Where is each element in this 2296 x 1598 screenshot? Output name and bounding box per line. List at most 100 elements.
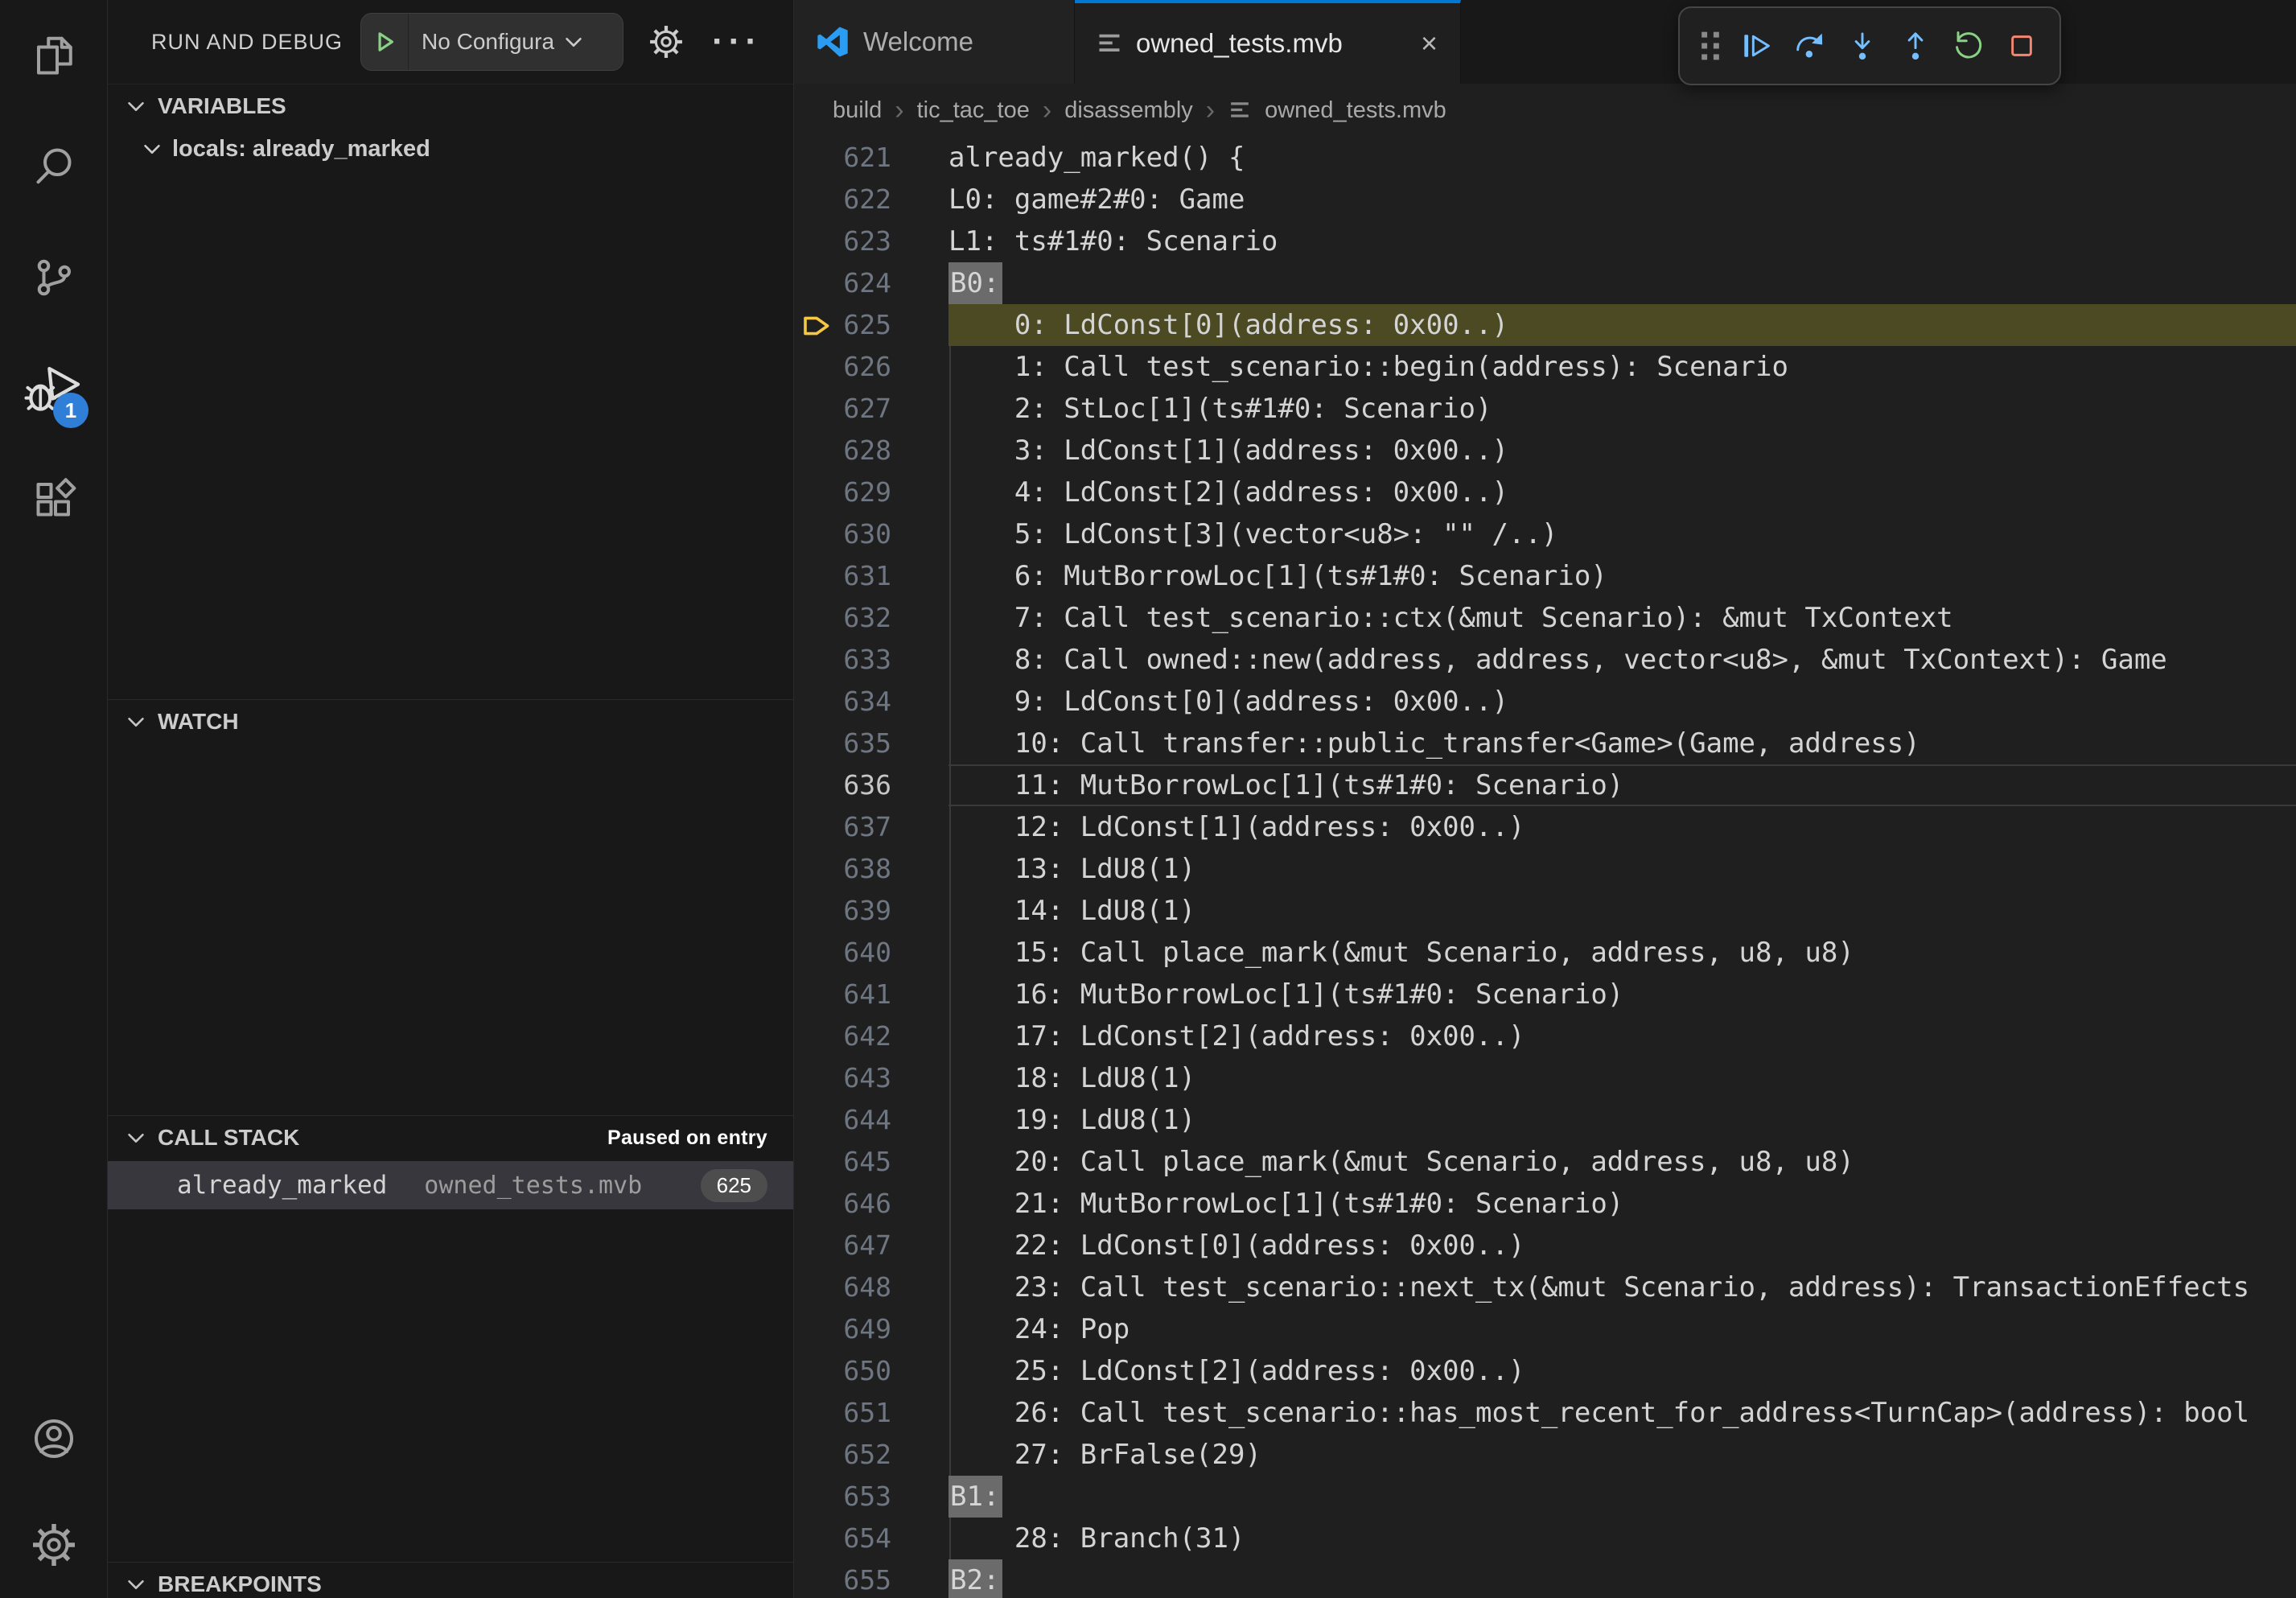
code-text[interactable]: 21: MutBorrowLoc[1](ts#1#0: Scenario) — [948, 1183, 2296, 1225]
step-into-button[interactable] — [1839, 18, 1886, 74]
code-text[interactable]: 22: LdConst[0](address: 0x00..) — [948, 1225, 2296, 1266]
code-text[interactable]: 0: LdConst[0](address: 0x00..) — [948, 304, 2296, 346]
activity-extensions-icon[interactable] — [0, 444, 107, 555]
step-out-button[interactable] — [1892, 18, 1939, 74]
code-text[interactable]: 12: LdConst[1](address: 0x00..) — [948, 806, 2296, 848]
breakpoint-gutter[interactable] — [794, 1476, 838, 1518]
breakpoint-gutter[interactable] — [794, 1350, 838, 1392]
settings-gear-icon[interactable] — [0, 1492, 107, 1598]
breakpoint-gutter[interactable] — [794, 555, 838, 597]
stop-button[interactable] — [1998, 18, 2045, 74]
code-text[interactable]: 17: LdConst[2](address: 0x00..) — [948, 1015, 2296, 1057]
activity-source-control-icon[interactable] — [0, 222, 107, 333]
code-text[interactable]: 5: LdConst[3](vector<u8>: "" /..) — [948, 513, 2296, 555]
code-text[interactable]: 3: LdConst[1](address: 0x00..) — [948, 430, 2296, 472]
activity-explorer-icon[interactable] — [0, 0, 107, 111]
account-icon[interactable] — [0, 1386, 107, 1492]
code-text[interactable]: 20: Call place_mark(&mut Scenario, addre… — [948, 1141, 2296, 1183]
variables-header[interactable]: VARIABLES — [108, 84, 793, 128]
breakpoint-gutter[interactable] — [794, 262, 838, 304]
breakpoint-gutter[interactable] — [794, 472, 838, 513]
code-text[interactable]: 4: LdConst[2](address: 0x00..) — [948, 472, 2296, 513]
debug-settings-gear-icon[interactable] — [648, 23, 685, 60]
code-text[interactable]: 26: Call test_scenario::has_most_recent_… — [948, 1392, 2296, 1434]
code-text[interactable]: 9: LdConst[0](address: 0x00..) — [948, 681, 2296, 723]
breakpoint-gutter[interactable] — [794, 806, 838, 848]
breakpoint-gutter[interactable] — [794, 890, 838, 932]
breadcrumb-item[interactable]: tic_tac_toe — [917, 97, 1030, 124]
code-text[interactable]: 10: Call transfer::public_transfer<Game>… — [948, 723, 2296, 764]
breakpoint-gutter[interactable] — [794, 1099, 838, 1141]
breakpoint-gutter[interactable] — [794, 597, 838, 639]
activity-run-and-debug-icon[interactable]: 1 — [0, 333, 107, 444]
breakpoint-gutter[interactable] — [794, 1308, 838, 1350]
code-text[interactable]: 24: Pop — [948, 1308, 2296, 1350]
breakpoint-gutter[interactable] — [794, 1225, 838, 1266]
code-text[interactable]: 11: MutBorrowLoc[1](ts#1#0: Scenario) — [948, 764, 2296, 806]
breakpoint-gutter[interactable] — [794, 513, 838, 555]
breakpoint-gutter[interactable] — [794, 1266, 838, 1308]
breakpoint-gutter[interactable] — [794, 1141, 838, 1183]
breakpoint-gutter[interactable] — [794, 346, 838, 388]
breakpoint-gutter[interactable] — [794, 1559, 838, 1598]
call-stack-header[interactable]: CALL STACK Paused on entry — [108, 1116, 793, 1159]
breadcrumb-item[interactable]: disassembly — [1064, 97, 1193, 124]
code-text[interactable]: 8: Call owned::new(address, address, vec… — [948, 639, 2296, 681]
activity-search-icon[interactable] — [0, 111, 107, 222]
breakpoint-gutter[interactable] — [794, 1434, 838, 1476]
breakpoint-gutter[interactable] — [794, 681, 838, 723]
code-text[interactable]: 14: LdU8(1) — [948, 890, 2296, 932]
code-text[interactable]: 19: LdU8(1) — [948, 1099, 2296, 1141]
breakpoint-gutter[interactable] — [794, 137, 838, 179]
breakpoint-gutter[interactable] — [794, 1183, 838, 1225]
watch-header[interactable]: WATCH — [108, 700, 793, 743]
tab-owned-tests[interactable]: owned_tests.mvb × — [1075, 0, 1461, 84]
code-text[interactable]: 7: Call test_scenario::ctx(&mut Scenario… — [948, 597, 2296, 639]
breakpoint-gutter[interactable] — [794, 430, 838, 472]
code-text[interactable]: 6: MutBorrowLoc[1](ts#1#0: Scenario) — [948, 555, 2296, 597]
code-text[interactable]: 18: LdU8(1) — [948, 1057, 2296, 1099]
breadcrumb-item[interactable]: owned_tests.mvb — [1265, 97, 1446, 124]
debug-configuration-dropdown[interactable]: No Configura — [360, 13, 623, 71]
code-text[interactable]: 28: Branch(31) — [948, 1518, 2296, 1559]
breadcrumb-item[interactable]: build — [833, 97, 882, 124]
code-text[interactable]: B2: — [948, 1559, 2296, 1598]
restart-button[interactable] — [1945, 18, 1992, 74]
breakpoint-gutter[interactable] — [794, 388, 838, 430]
drag-handle-icon[interactable] — [1694, 18, 1726, 74]
more-actions-icon[interactable]: ··· — [712, 34, 762, 50]
breakpoint-gutter[interactable] — [794, 1518, 838, 1559]
code-text[interactable]: B1: — [948, 1476, 2296, 1518]
breakpoint-gutter[interactable] — [794, 848, 838, 890]
breakpoint-gutter[interactable] — [794, 220, 838, 262]
close-tab-icon[interactable]: × — [1421, 29, 1438, 58]
code-text[interactable]: 2: StLoc[1](ts#1#0: Scenario) — [948, 388, 2296, 430]
continue-button[interactable] — [1733, 18, 1780, 74]
breakpoint-gutter[interactable] — [794, 179, 838, 220]
breakpoint-gutter[interactable] — [794, 639, 838, 681]
breakpoint-gutter[interactable] — [794, 974, 838, 1015]
code-editor[interactable]: 621already_marked() {622L0: game#2#0: Ga… — [794, 137, 2296, 1598]
breakpoint-gutter[interactable] — [794, 1057, 838, 1099]
start-debugging-icon[interactable] — [361, 14, 409, 70]
breakpoint-gutter[interactable] — [794, 1015, 838, 1057]
breakpoint-gutter[interactable] — [794, 932, 838, 974]
breakpoint-gutter[interactable] — [794, 723, 838, 764]
code-text[interactable]: 27: BrFalse(29) — [948, 1434, 2296, 1476]
breakpoint-gutter[interactable] — [794, 1392, 838, 1434]
code-text[interactable]: L0: game#2#0: Game — [948, 179, 2296, 220]
tab-welcome[interactable]: Welcome — [794, 0, 1075, 84]
step-over-button[interactable] — [1786, 18, 1833, 74]
code-text[interactable]: 13: LdU8(1) — [948, 848, 2296, 890]
code-text[interactable]: 16: MutBorrowLoc[1](ts#1#0: Scenario) — [948, 974, 2296, 1015]
breakpoint-gutter[interactable] — [794, 764, 838, 806]
code-text[interactable]: B0: — [948, 262, 2296, 304]
current-position-arrow-icon[interactable] — [794, 304, 838, 346]
call-stack-frame-row[interactable]: already_marked owned_tests.mvb 625 — [108, 1161, 793, 1209]
code-text[interactable]: 15: Call place_mark(&mut Scenario, addre… — [948, 932, 2296, 974]
code-text[interactable]: L1: ts#1#0: Scenario — [948, 220, 2296, 262]
code-text[interactable]: already_marked() { — [948, 137, 2296, 179]
code-text[interactable]: 23: Call test_scenario::next_tx(&mut Sce… — [948, 1266, 2296, 1308]
code-text[interactable]: 1: Call test_scenario::begin(address): S… — [948, 346, 2296, 388]
variables-scope-locals[interactable]: locals: already_marked — [108, 128, 793, 170]
